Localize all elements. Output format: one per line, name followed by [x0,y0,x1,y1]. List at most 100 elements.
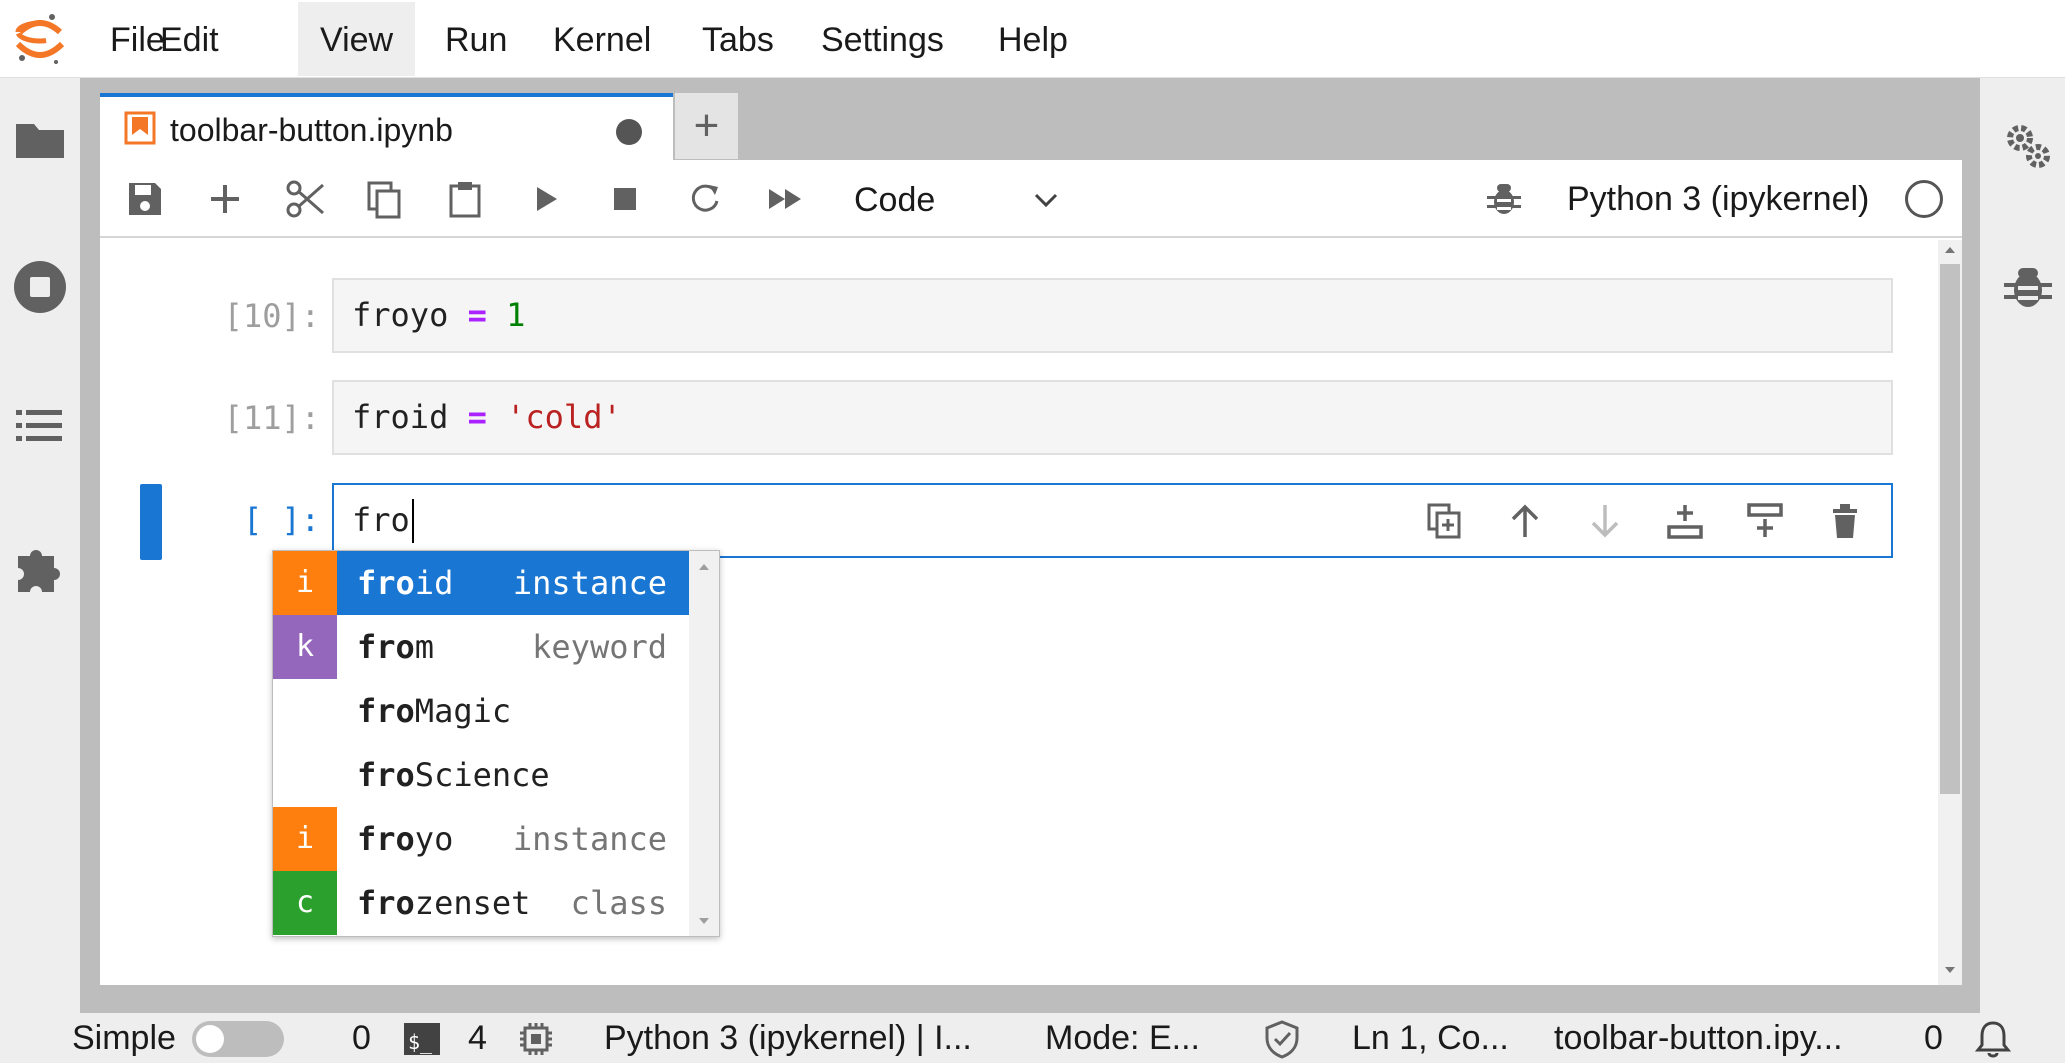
completer-type-badge: i [273,807,337,871]
debugger-bug-icon[interactable] [1998,256,2058,316]
code-line: froid = 'cold' [352,382,622,452]
code-cell-editor[interactable]: froyo = 1 [332,278,1893,353]
delete-cell-trash-icon[interactable] [1825,501,1865,541]
completer-type-badge: c [273,871,337,935]
toggle-knob [196,1025,224,1053]
completer-item-kind: class [570,884,667,922]
notebook-toolbar: Code Python 3 (ipykernel) [100,160,1962,238]
scroll-up-arrow-icon[interactable] [696,559,712,575]
extensions-puzzle-icon[interactable] [10,538,70,598]
completer-item-label: froid [357,564,454,602]
completer-item-kind: instance [512,820,667,858]
terminal-icon[interactable]: $_ [402,1019,442,1059]
scroll-down-arrow-icon[interactable] [696,913,712,929]
debug-bug-icon[interactable] [1485,178,1523,218]
completer-item-kind: keyword [532,628,667,666]
editor-mode-text: Mode: E... [1045,1019,1200,1057]
kernel-name-button[interactable]: Python 3 (ipykernel) [1567,160,1869,238]
completer-item[interactable]: i froid instance [273,551,689,615]
completer-item-label: froyo [357,820,454,858]
simple-mode-toggle[interactable] [192,1021,284,1057]
code-number: 1 [506,296,526,334]
folder-icon[interactable] [10,110,70,170]
copy-icon[interactable] [365,179,405,219]
move-up-arrow-icon[interactable] [1505,501,1545,541]
tab-notebook[interactable]: toolbar-button.ipynb [100,93,673,160]
menu-settings[interactable]: Settings [799,2,966,76]
svg-text:$_: $_ [408,1030,433,1054]
cut-icon[interactable] [285,179,325,219]
paste-icon[interactable] [445,179,485,219]
menu-tabs[interactable]: Tabs [680,2,796,76]
save-icon[interactable] [125,179,165,219]
cursor-position-text[interactable]: Ln 1, Co... [1352,1013,1509,1063]
cell-type-value: Code [854,181,936,219]
restart-run-all-icon[interactable] [765,179,805,219]
completer-item-label: froScience [357,756,550,794]
code-line: froyo = 1 [352,280,525,350]
completer-item-label: froMagic [357,692,512,730]
code-cell-editor[interactable]: froid = 'cold' [332,380,1893,455]
completer-item[interactable]: k from keyword [273,615,689,679]
completer-item-label: frozenset [357,884,531,922]
interrupt-stop-icon[interactable] [605,179,645,219]
cell-prompt: [11]: [223,399,320,437]
chevron-down-icon [1034,193,1058,208]
code-completer-popup: i froid instance k from keyword froMagic… [272,550,720,937]
left-sidebar [0,78,80,1013]
unsaved-indicator-icon[interactable] [616,119,642,145]
completer-item-kind: instance [512,564,667,602]
terminals-count[interactable]: 0 [352,1013,371,1063]
insert-cell-icon[interactable] [205,179,245,219]
notebook-scrollbar[interactable] [1938,240,1962,985]
code-var: froid [352,398,449,436]
kernels-count[interactable]: 4 [468,1013,487,1063]
property-inspector-gears-icon[interactable] [1998,116,2058,176]
new-tab-button[interactable]: + [675,93,738,159]
completer-item[interactable]: froScience [273,743,689,807]
code-string: 'cold' [506,398,622,436]
completer-type-badge: i [273,551,337,615]
trusted-shield-icon[interactable] [1262,1019,1302,1059]
scroll-up-arrow-icon[interactable] [1942,242,1958,258]
completer-type-badge: k [273,615,337,679]
kernel-chip-icon[interactable] [516,1019,556,1059]
active-code-cell-editor[interactable]: fro [332,483,1893,558]
cell-prompt: [10]: [223,297,320,335]
running-sessions-icon[interactable] [10,257,70,317]
simple-mode-label: Simple [72,1019,176,1057]
menu-kernel[interactable]: Kernel [531,2,673,76]
scrollbar-thumb[interactable] [1940,264,1960,794]
insert-above-icon[interactable] [1665,501,1705,541]
menu-view[interactable]: View [298,2,416,76]
jupyter-logo-icon[interactable] [12,10,68,68]
file-name-text: toolbar-button.ipy... [1554,1019,1843,1057]
run-icon[interactable] [525,179,565,219]
menu-run[interactable]: Run [423,2,529,76]
cell-type-dropdown[interactable]: Code [830,172,1070,226]
code-operator: = [467,398,487,436]
code-var: froyo [352,296,449,334]
notifications-count[interactable]: 0 [1924,1013,1943,1063]
completer-item[interactable]: froMagic [273,679,689,743]
restart-icon[interactable] [685,179,725,219]
table-of-contents-icon[interactable] [10,396,70,456]
code-operator: = [467,296,487,334]
menu-help[interactable]: Help [976,2,1090,76]
kernel-idle-status-icon [1905,180,1943,218]
right-sidebar [1980,78,2065,1013]
completer-scrollbar[interactable] [689,551,719,936]
notebook-icon [124,111,156,145]
status-bar: Simple 0 $_ 4 Python 3 (ipykernel) | I..… [0,1013,2065,1063]
scroll-down-arrow-icon[interactable] [1942,962,1958,978]
completer-item-label: from [357,628,435,666]
insert-below-icon[interactable] [1745,501,1785,541]
duplicate-cell-icon[interactable] [1425,501,1465,541]
notification-bell-icon[interactable] [1973,1019,2013,1059]
completer-item[interactable]: i froyo instance [273,807,689,871]
menu-edit[interactable]: Edit [138,2,241,76]
completer-item[interactable]: c frozenset class [273,871,689,935]
move-down-arrow-icon[interactable] [1585,501,1625,541]
kernel-status-text[interactable]: Python 3 (ipykernel) | I... [604,1013,972,1063]
tab-title: toolbar-button.ipynb [170,112,453,148]
